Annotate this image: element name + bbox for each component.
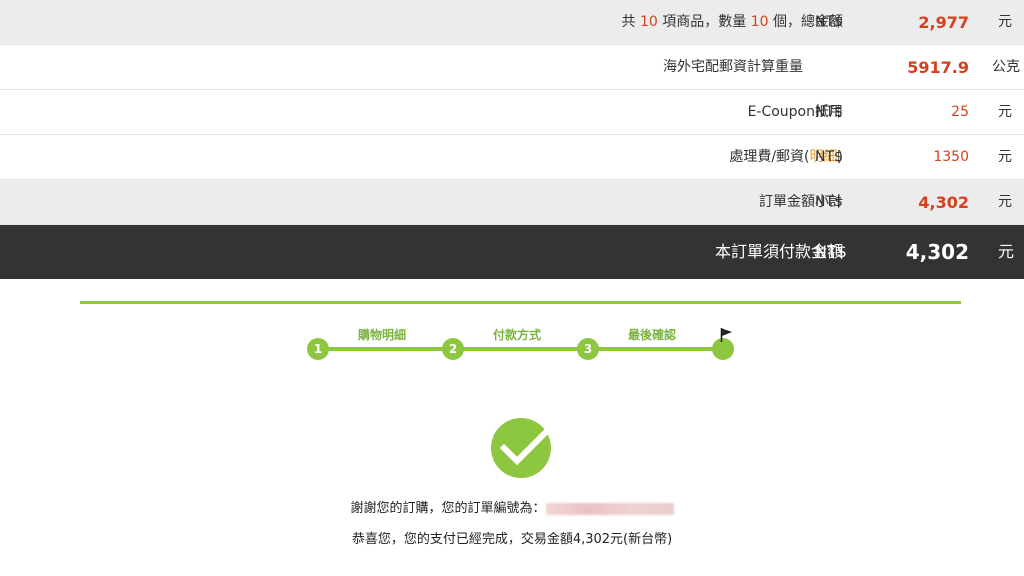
flag-icon xyxy=(720,328,732,342)
items-total-row: 共 10 項商品，數量 10 個，總金額 NT$ 2,977 元 xyxy=(0,0,1024,45)
unit-label: 元 xyxy=(998,14,1012,30)
currency-label: NT$ xyxy=(815,194,843,210)
thank-you-text: 謝謝您的訂購，您的訂單編號為： xyxy=(350,501,546,516)
item-quantity: 10 xyxy=(750,14,769,30)
unit-label: 元 xyxy=(998,104,1012,120)
step-1-label: 購物明細 xyxy=(358,328,407,342)
currency-label: NT$ xyxy=(815,14,843,30)
step-3-dot: 3 xyxy=(577,338,599,360)
items-middle: 項商品，數量 xyxy=(662,14,747,30)
weight-unit: 公克 xyxy=(992,59,1020,75)
weight-value: 5917.9 xyxy=(907,58,969,77)
payment-complete-message: 恭喜您，您的支付已經完成，交易金額4,302元(新台幣) xyxy=(351,532,673,547)
coupon-row: E-Coupon抵用 NT$ 25 元 xyxy=(0,90,1024,135)
progress-line xyxy=(317,347,723,351)
currency-label: NT$ xyxy=(815,104,843,120)
items-prefix: 共 xyxy=(621,14,636,30)
fee-row: 處理費/郵資(明細) NT$ 1350 元 xyxy=(0,135,1024,180)
step-2-label: 付款方式 xyxy=(493,328,542,342)
currency-label: NT$ xyxy=(815,149,843,165)
subtotal-value: 4,302 xyxy=(918,193,969,212)
step-2-dot: 2 xyxy=(442,338,464,360)
order-number-redacted xyxy=(545,502,674,515)
section-divider xyxy=(80,301,961,304)
checkmark-circle-icon xyxy=(491,418,552,478)
fee-value: 1350 xyxy=(933,149,969,165)
order-summary: 共 10 項商品，數量 10 個，總金額 NT$ 2,977 元 海外宅配郵資計… xyxy=(0,0,1024,279)
step-3-label: 最後確認 xyxy=(628,328,677,342)
thank-you-message: 謝謝您的訂購，您的訂單編號為： xyxy=(0,497,1024,516)
weight-label: 海外宅配郵資計算重量 xyxy=(663,59,803,75)
unit-label: 元 xyxy=(998,149,1012,165)
step-1-dot: 1 xyxy=(307,338,329,360)
items-total-label: 共 10 項商品，數量 10 個，總金額 xyxy=(622,0,843,45)
unit-label: 元 xyxy=(998,242,1015,261)
subtotal-row: 訂單金額小計 NT$ 4,302 元 xyxy=(0,180,1024,225)
total-payable-row: 本訂單須付款金額 NT$ 4,302 元 xyxy=(0,225,1024,279)
currency-label: NT$ xyxy=(815,242,847,261)
checkout-progress: 1 購物明細 2 付款方式 3 最後確認 xyxy=(300,320,740,380)
item-count: 10 xyxy=(639,14,658,30)
weight-row: 海外宅配郵資計算重量 5917.9 公克 xyxy=(0,45,1024,90)
coupon-value: 25 xyxy=(951,104,969,120)
fee-label-prefix: 處理費/郵資( xyxy=(729,149,810,165)
total-payable-value: 4,302 xyxy=(905,240,969,264)
unit-label: 元 xyxy=(998,194,1012,210)
items-total-value: 2,977 xyxy=(918,13,969,32)
